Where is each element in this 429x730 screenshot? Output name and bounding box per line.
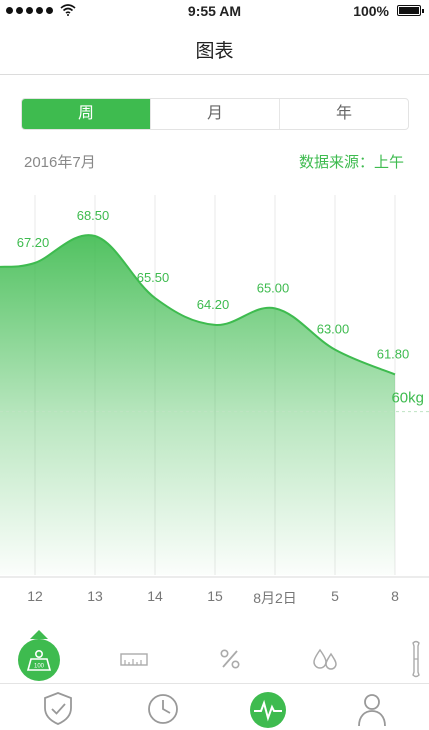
data-label: 64.20 <box>197 297 230 312</box>
segment-month[interactable]: 月 <box>150 99 279 129</box>
x-axis-labels: 12 13 14 15 8月2日 5 8 <box>0 588 429 612</box>
metric-selector: 100 <box>0 625 429 683</box>
data-label: 61.80 <box>377 346 410 361</box>
data-label: 65.50 <box>137 270 170 285</box>
date-label: 2016年7月 <box>24 154 96 171</box>
battery-percent: 100% <box>353 3 389 19</box>
segment-week[interactable]: 周 <box>22 99 150 129</box>
x-tick-label: 12 <box>27 588 43 604</box>
data-label: 63.00 <box>317 322 350 337</box>
target-label: 60kg <box>391 390 424 407</box>
x-tick-label: 15 <box>207 588 223 604</box>
weight-scale-icon[interactable]: 100 <box>18 639 60 681</box>
ruler-icon[interactable] <box>118 647 150 671</box>
water-drops-icon[interactable] <box>308 645 342 673</box>
x-tick-label: 8月2日 <box>253 590 297 606</box>
shield-check-icon[interactable] <box>38 690 78 726</box>
x-tick-label: 14 <box>147 588 163 604</box>
x-tick-label: 8 <box>391 588 399 604</box>
segment-year[interactable]: 年 <box>279 99 408 129</box>
nav-divider <box>0 74 429 75</box>
pulse-icon[interactable] <box>248 690 288 728</box>
battery-icon <box>397 5 424 16</box>
page-title: 图表 <box>195 41 234 62</box>
x-tick-label: 5 <box>331 588 339 604</box>
data-source-toggle[interactable]: 数据来源：上午 <box>299 151 404 172</box>
status-bar: 9:55 AM 100% <box>0 0 429 22</box>
x-tick-label: 13 <box>87 588 103 604</box>
tab-bar <box>0 684 429 728</box>
chart-area <box>0 235 395 575</box>
selected-indicator-icon <box>30 630 48 639</box>
data-label: 68.50 <box>77 208 110 223</box>
clock-icon[interactable] <box>143 690 183 726</box>
data-label: 65.00 <box>257 280 290 295</box>
period-segmented-control: 周 月 年 <box>21 98 409 130</box>
weight-badge-text: 100 <box>34 664 45 670</box>
bone-icon[interactable] <box>406 639 426 679</box>
weight-chart[interactable]: 60kg 67.20 68.50 65.50 64.20 65.00 63.00 61.80 <box>0 195 429 580</box>
percent-icon[interactable] <box>214 645 246 673</box>
person-icon[interactable] <box>352 690 392 726</box>
data-label: 67.20 <box>17 235 50 250</box>
